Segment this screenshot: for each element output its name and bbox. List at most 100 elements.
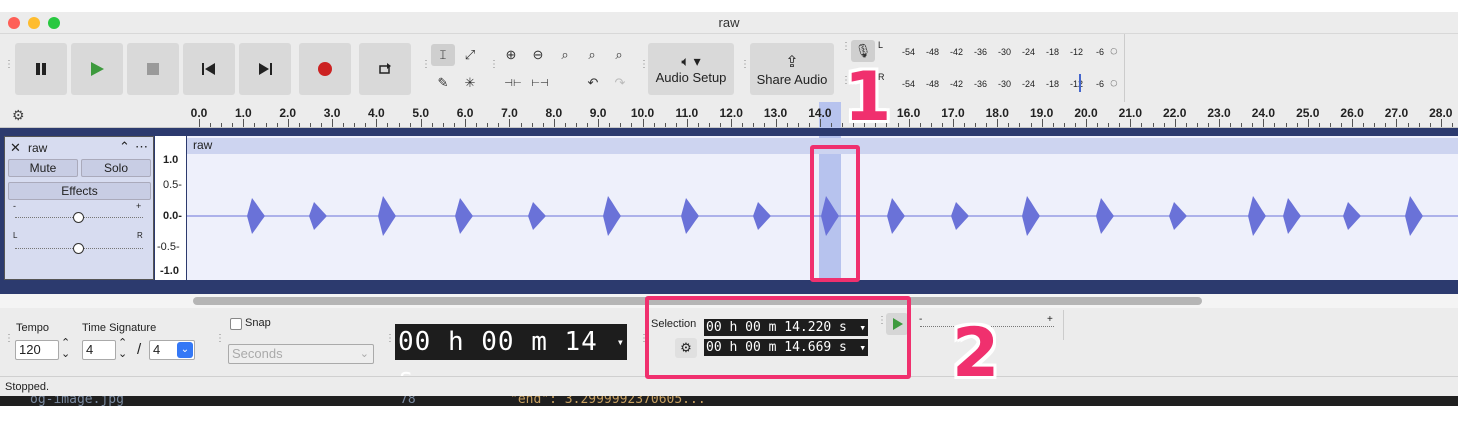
- time-display[interactable]: 00 h 00 m 14 s ▾: [395, 324, 627, 393]
- pencil-icon: ✎: [437, 75, 449, 90]
- timeline-ruler[interactable]: ⚙ 0.0 1.0 2.0 3.0 4.0 5.0 6.0 7.0 8.0 9.0 10.0 11.0…: [0, 102, 1458, 128]
- track-name[interactable]: raw: [28, 141, 47, 155]
- ruler-tick: [1374, 123, 1376, 127]
- solo-button[interactable]: Solo: [81, 159, 151, 177]
- numerator-stepper-icon[interactable]: ⌃ ⌄: [118, 338, 127, 360]
- i-beam-icon: 𝙸: [438, 47, 448, 62]
- annotation-box-1: [810, 145, 860, 282]
- ruler-tick: [997, 119, 999, 127]
- snap-grip[interactable]: ⋮: [215, 334, 225, 348]
- mute-button[interactable]: Mute: [8, 159, 78, 177]
- ruler-tick-label: 21.0: [1118, 106, 1143, 120]
- audio-setup-grip[interactable]: ⋮: [639, 60, 649, 74]
- ruler-tick-label: 23.0: [1207, 106, 1231, 120]
- tools-grip[interactable]: ⋮: [421, 60, 431, 74]
- ruler-tick: [520, 123, 522, 127]
- record-meter[interactable]: L -54 -48 -42 -36 -30 -24 -18 -12 -6 ◌: [878, 40, 1122, 62]
- collapse-track-icon[interactable]: ⌃: [119, 139, 130, 155]
- tempo-stepper-icon[interactable]: ⌃ ⌄: [61, 338, 70, 360]
- pause-button[interactable]: [15, 43, 67, 95]
- edit-grip[interactable]: ⋮: [489, 60, 499, 74]
- waveform-burst: [951, 202, 969, 230]
- silence-button[interactable]: ⊢⊣: [528, 72, 552, 94]
- ruler-tick: [1307, 119, 1309, 127]
- meter-tick: -36: [974, 47, 988, 57]
- play-meter[interactable]: R -54 -48 -42 -36 -30 -24 -18 -12 -6 ◌: [878, 72, 1122, 94]
- toolbar-grip[interactable]: ⋮: [4, 60, 14, 74]
- record-meter-grip[interactable]: ⋮: [841, 42, 851, 56]
- chevron-down-icon[interactable]: ▾: [617, 324, 625, 360]
- ruler-tick: [775, 119, 777, 127]
- waveform-burst: [1405, 196, 1423, 236]
- skip-to-start-button[interactable]: [183, 43, 235, 95]
- redo-button[interactable]: ↷: [608, 72, 632, 94]
- ruler-tick: [232, 123, 234, 127]
- ruler-tick: [376, 119, 378, 127]
- draw-tool-button[interactable]: ✎: [431, 72, 455, 94]
- envelope-tool-button[interactable]: ⤢: [458, 44, 482, 66]
- background-code: "end": 3.2999992370605...: [510, 396, 706, 406]
- meter-tick: -48: [926, 47, 940, 57]
- chevron-down-icon[interactable]: ⌄: [177, 342, 193, 358]
- waveform-burst: [378, 196, 396, 236]
- selection-grip[interactable]: ⋮: [639, 334, 649, 348]
- snap-checkbox[interactable]: [230, 318, 242, 330]
- multi-tool-button[interactable]: ✳: [458, 72, 482, 94]
- effects-button[interactable]: Effects: [8, 182, 151, 200]
- zoom-toggle-button[interactable]: ⌕: [607, 44, 631, 66]
- zoom-out-button[interactable]: ⊖: [526, 44, 550, 66]
- meter-tick: -18: [1046, 79, 1060, 89]
- undo-button[interactable]: ↶: [581, 72, 605, 94]
- ruler-tick: [1030, 123, 1032, 127]
- time-sig-numerator[interactable]: 4: [82, 340, 116, 360]
- ruler-tick-label: 20.0: [1074, 106, 1098, 120]
- time-grip[interactable]: ⋮: [385, 334, 395, 348]
- ruler-tick-label: 11.0: [675, 106, 699, 120]
- waveform-burst: [455, 198, 473, 234]
- play-button[interactable]: [71, 43, 123, 95]
- tempo-label: Tempo: [16, 322, 50, 334]
- vruler-label: 0.0-: [163, 210, 182, 222]
- waveform-burst: [1248, 196, 1266, 236]
- record-button[interactable]: [299, 43, 351, 95]
- ruler-tick: [1385, 123, 1387, 127]
- tempo-input[interactable]: 120: [15, 340, 59, 360]
- ruler-tick: [952, 119, 954, 127]
- ruler-tick: [1263, 119, 1265, 127]
- ruler-tick: [1396, 119, 1398, 127]
- share-grip[interactable]: ⋮: [740, 60, 750, 74]
- gear-icon[interactable]: ⚙: [12, 107, 25, 124]
- gain-slider-thumb[interactable]: [73, 212, 84, 223]
- ruler-tick-label: 12.0: [719, 106, 743, 120]
- ruler-tick: [1008, 123, 1010, 127]
- ruler-tick: [298, 123, 300, 127]
- zoom-in-button[interactable]: ⊕: [499, 44, 523, 66]
- fit-project-button[interactable]: ⌕: [580, 44, 604, 66]
- track-menu-icon[interactable]: ⋯: [135, 139, 148, 155]
- loop-button[interactable]: [359, 43, 411, 95]
- title-bar: raw: [0, 12, 1458, 34]
- time-sig-grip[interactable]: ⋮: [4, 334, 14, 348]
- trim-button[interactable]: ⊣⊢: [501, 72, 525, 94]
- selection-tool-button[interactable]: 𝙸: [431, 44, 455, 66]
- ruler-tick-label: 10.0: [630, 106, 655, 120]
- audio-setup-button[interactable]: 🔈︎ ▾ Audio Setup: [648, 43, 734, 95]
- ruler-tick-label: 9.0: [589, 106, 607, 120]
- close-track-icon[interactable]: ✕: [10, 140, 21, 156]
- ruler-tick: [442, 123, 444, 127]
- ruler-tick: [587, 123, 589, 127]
- skip-end-icon: [259, 63, 272, 75]
- fit-selection-button[interactable]: ⌕: [553, 44, 577, 66]
- time-sig-denominator[interactable]: 4 ⌄: [149, 340, 195, 360]
- meter-tick: -12: [1070, 79, 1084, 89]
- ruler-tick: [243, 119, 245, 127]
- share-audio-button[interactable]: ⇪ Share Audio: [750, 43, 834, 95]
- ruler-tick: [498, 123, 500, 127]
- ruler-tick: [1230, 123, 1232, 127]
- ruler-tick: [1407, 123, 1409, 127]
- skip-to-end-button[interactable]: [239, 43, 291, 95]
- snap-unit-select[interactable]: Seconds ⌄: [228, 344, 374, 364]
- stop-button[interactable]: [127, 43, 179, 95]
- pan-slider-thumb[interactable]: [73, 243, 84, 254]
- meter-tick: -24: [1022, 47, 1036, 57]
